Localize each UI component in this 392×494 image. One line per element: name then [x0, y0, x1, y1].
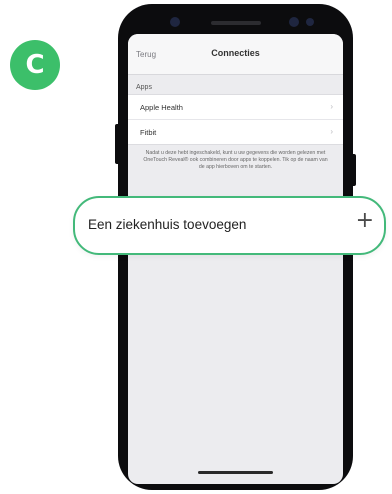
chevron-right-icon: ›	[330, 102, 333, 111]
apps-section-header: Apps	[136, 84, 152, 91]
apps-footnote: Nadat u deze hebt ingeschakeld, kunt u u…	[143, 150, 328, 170]
nav-bar: Terug Connecties	[128, 34, 343, 75]
power-button	[351, 154, 356, 186]
list-item-apple-health[interactable]: Apple Health ›	[128, 95, 343, 120]
front-camera-icon	[170, 17, 180, 27]
sensor-icon	[289, 17, 299, 27]
page-title: Connecties	[211, 48, 260, 58]
plus-icon: +	[355, 208, 374, 233]
list-item-fitbit[interactable]: Fitbit ›	[128, 120, 343, 144]
apps-list: Apple Health › Fitbit ›	[128, 94, 343, 145]
home-indicator[interactable]	[198, 471, 273, 474]
list-item-label: Apple Health	[140, 103, 183, 112]
earpiece-speaker	[211, 21, 261, 25]
add-hospital-button[interactable]: Een ziekenhuis toevoegen +	[73, 196, 386, 255]
phone-screen: Terug Connecties Apps Apple Health › Fit…	[128, 34, 343, 484]
sensor-icon	[306, 18, 314, 26]
chevron-right-icon: ›	[330, 127, 333, 136]
list-item-label: Fitbit	[140, 128, 157, 137]
add-hospital-label: Een ziekenhuis toevoegen	[88, 217, 247, 232]
step-badge: C	[10, 40, 60, 90]
volume-button	[115, 124, 120, 164]
